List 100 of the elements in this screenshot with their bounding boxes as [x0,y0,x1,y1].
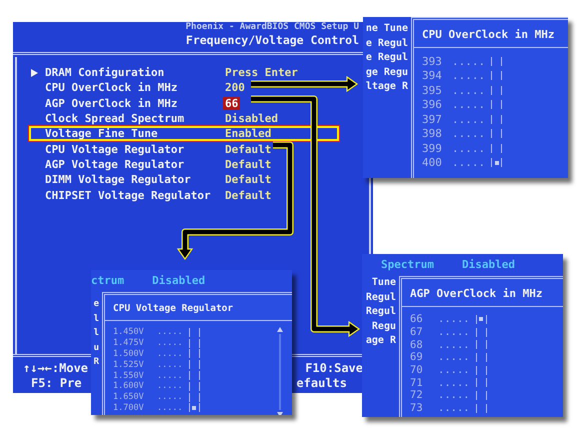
key-hint: F5: Pre [31,376,82,390]
option-dots: ..... [438,364,470,376]
setting-row[interactable]: Clock Spread Spectrum Disabled [29,110,339,126]
option-value[interactable]: 66 [410,313,432,326]
setting-row[interactable]: AGP OverClock in MHz 66 [29,96,339,111]
option-value[interactable]: 72 [410,389,432,402]
background-text: e Regul [366,51,408,65]
setting-label: CPU Voltage Regulator [45,142,186,156]
option-dots: ..... [452,98,486,112]
option-value[interactable]: 1.600V [113,381,151,392]
option-checkbox[interactable] [476,404,487,413]
option-value[interactable]: 398 [422,127,446,140]
option-value[interactable]: 70 [410,364,432,376]
setting-row[interactable]: Voltage Fine Tune Enabled [29,126,339,142]
option-checkbox[interactable] [188,371,200,380]
option-checkbox[interactable] [491,129,502,138]
setting-value: Press Enter [224,66,299,80]
option-value[interactable]: 67 [410,326,432,338]
setting-row[interactable]: DRAM Configuration Press Enter [29,65,339,80]
dialog-title: CPU OverClock in MHz [414,20,568,48]
option-checkbox[interactable] [476,340,487,350]
option-dots: ..... [438,338,470,351]
option-dots: ..... [452,127,486,140]
option-value[interactable]: 68 [410,338,432,351]
background-text: l [94,327,99,340]
option-checkbox[interactable] [491,56,502,66]
setting-label: DRAM Configuration [45,66,166,80]
option-value[interactable]: 395 [422,84,446,97]
option-dots: ..... [438,351,470,364]
option-checkbox[interactable] [491,144,502,153]
option-checkbox[interactable] [476,390,487,400]
option-checkbox[interactable] [491,86,502,95]
option-checkbox[interactable] [476,378,487,388]
bios-header: Phoenix - AwardBIOS CMOS Setup U [186,22,359,33]
setting-value: Default [224,173,272,186]
option-dots: ..... [438,376,470,389]
option-value[interactable]: 73 [410,402,432,414]
option-value[interactable]: 393 [422,54,446,68]
option-checkbox[interactable] [476,366,487,375]
key-hint: ↑↓→←:Move [23,361,88,375]
option-value[interactable]: 1.450V [113,327,151,338]
key-hint: F10:Save [305,361,363,375]
option-dots: ..... [438,313,470,326]
option-value[interactable]: 71 [410,376,432,389]
setting-label: Clock Spread Spectrum [45,112,186,126]
option-checkbox[interactable] [188,392,200,402]
setting-row[interactable]: CPU Voltage Regulator Default [29,141,339,157]
option-value[interactable]: 1.700V [113,402,151,413]
setting-row[interactable]: CHIPSET Voltage Regulator Default [29,187,339,203]
option-dots: ..... [157,327,183,338]
background-text: Spectrum [381,258,434,273]
option-value[interactable]: 1.525V [113,360,151,370]
option-checkbox[interactable] [476,314,487,324]
option-checkbox[interactable] [188,338,200,348]
option-checkbox[interactable] [476,328,487,337]
background-text: ge Regu [366,66,408,80]
setting-value: 66 [223,96,240,110]
option-dots: ..... [452,112,486,126]
background-text: Regul [366,290,396,304]
option-value[interactable]: 397 [422,112,446,126]
option-value[interactable]: 1.650V [113,392,151,402]
scrollbar[interactable] [276,327,284,415]
screen-title: Frequency/Voltage Control [186,33,359,48]
background-text: ne Tune [366,22,408,36]
setting-value: Disabled [224,112,279,126]
setting-value: Default [224,158,272,171]
option-dots: ..... [157,338,183,348]
option-checkbox[interactable] [491,158,502,168]
background-text: ltage R [366,80,408,94]
option-checkbox[interactable] [188,382,200,391]
option-checkbox[interactable] [491,100,502,110]
option-value[interactable]: 1.550V [113,370,151,381]
setting-label: CPU OverClock in MHz [45,81,178,94]
option-checkbox[interactable] [188,349,200,358]
option-value[interactable]: 394 [422,69,446,82]
option-checkbox[interactable] [188,403,200,412]
setting-row[interactable]: AGP Voltage Regulator Default [29,156,339,172]
option-checkbox[interactable] [491,71,502,80]
option-checkbox[interactable] [491,114,502,124]
option-checkbox[interactable] [476,352,487,362]
background-text: e [94,298,99,311]
background-text: Tune [372,276,396,290]
option-dots: ..... [157,402,183,413]
option-value[interactable]: 400 [422,156,446,170]
option-value[interactable]: 396 [422,98,446,112]
option-value[interactable]: 1.500V [113,348,151,359]
setting-row[interactable]: CPU OverClock in MHz 200 [29,80,339,96]
option-dots: ..... [452,54,486,68]
option-checkbox[interactable] [188,360,200,370]
option-value[interactable]: 1.475V [113,338,151,348]
option-value[interactable]: 69 [410,351,432,364]
background-text: e Regul [366,36,408,50]
setting-value: Enabled [224,127,272,140]
option-checkbox[interactable] [188,328,200,337]
option-dots: ..... [157,370,183,381]
option-dots: ..... [452,69,486,82]
background-text: u [94,342,99,354]
option-value[interactable]: 399 [422,142,446,155]
setting-row[interactable]: DIMM Voltage Regulator Default [29,172,339,188]
background-text: Disabled [462,258,515,273]
